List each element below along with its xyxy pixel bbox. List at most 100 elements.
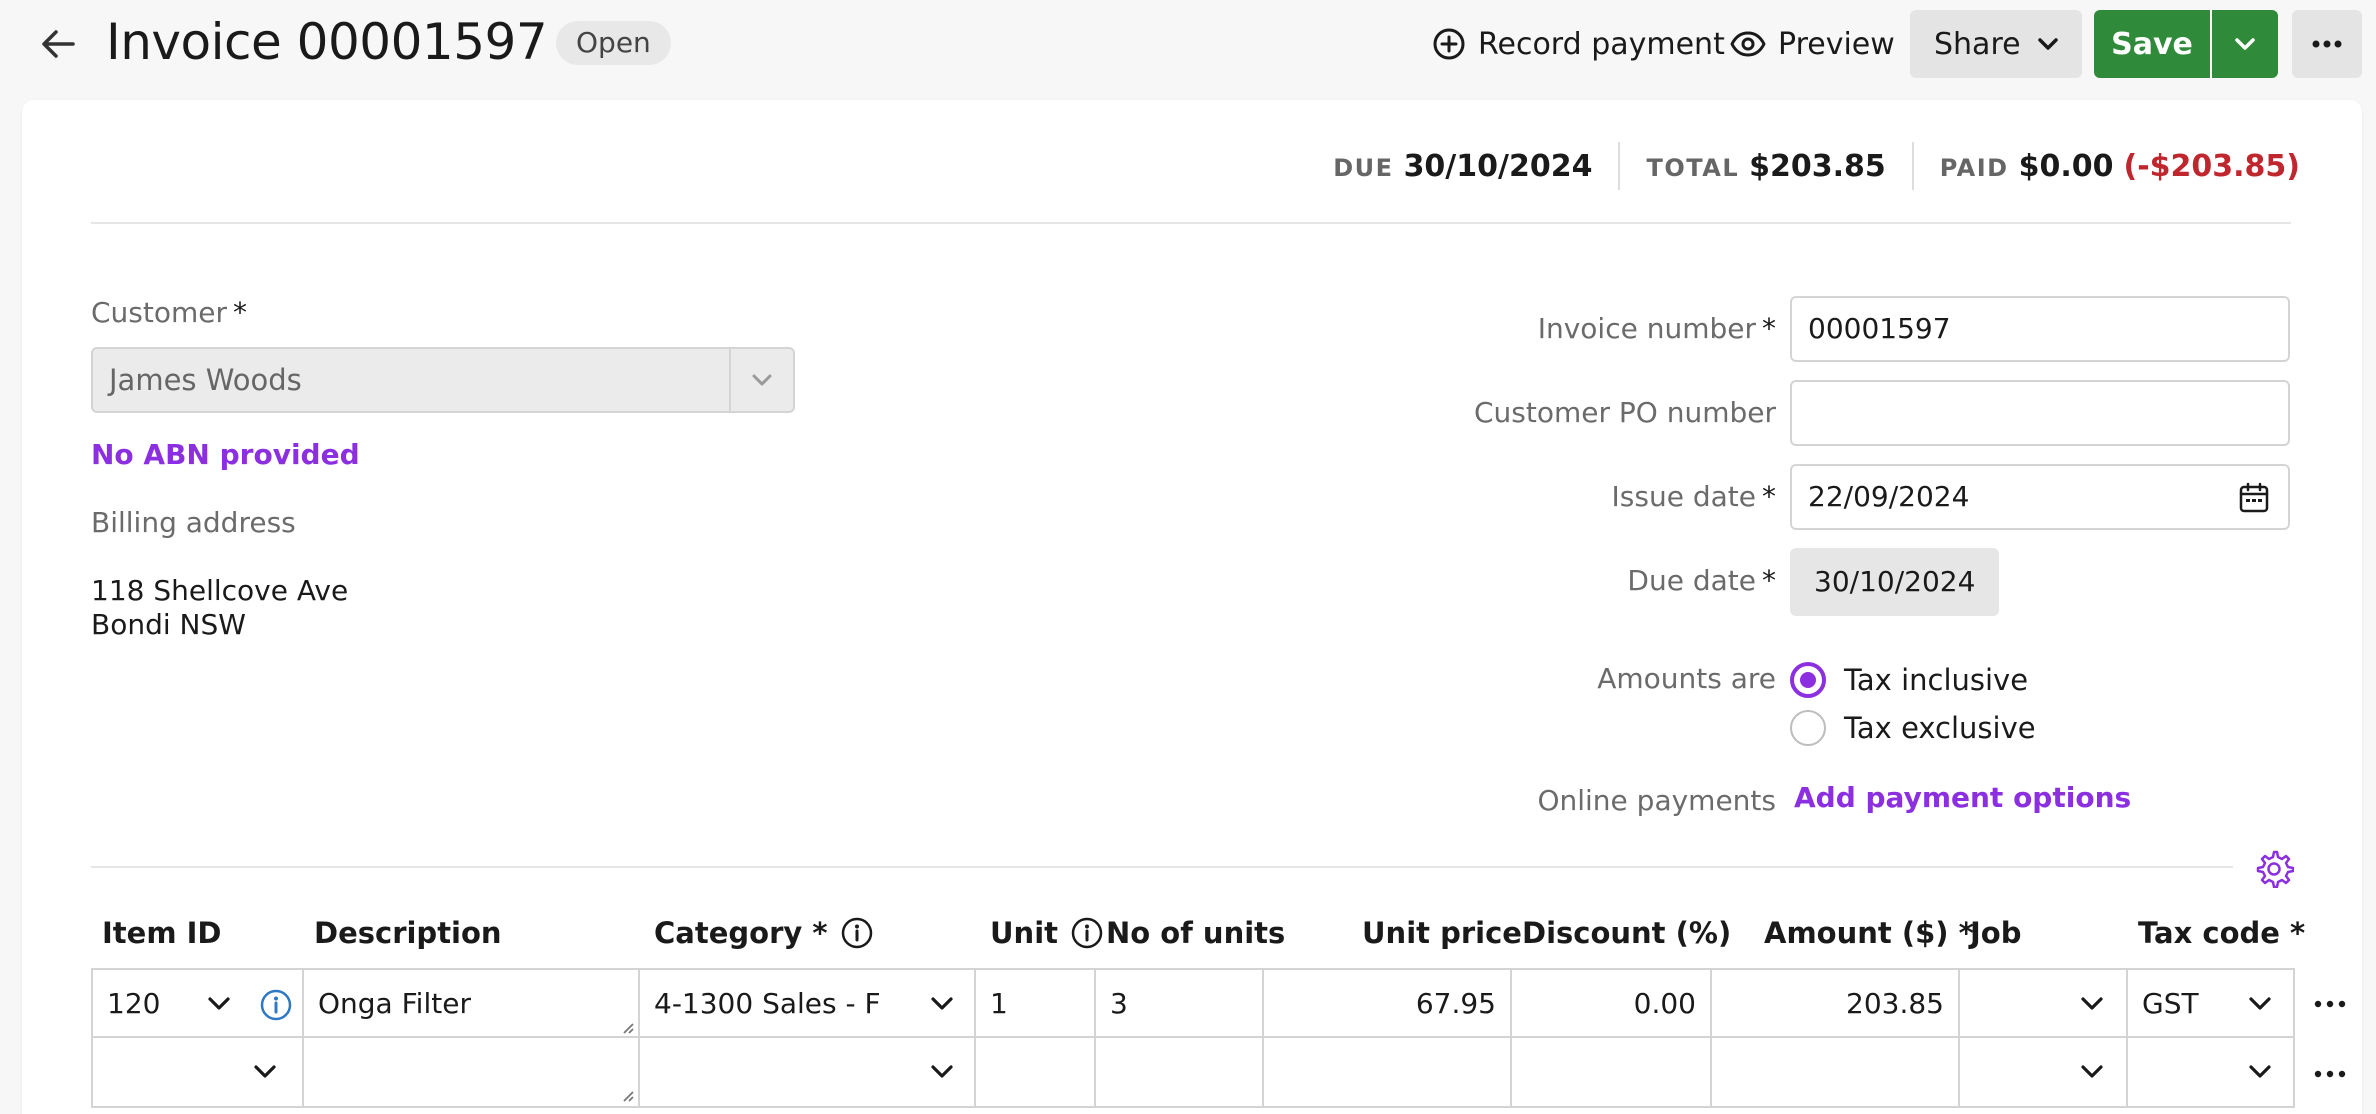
column-header-unit: Unit [990,916,1104,950]
tax-inclusive-radio[interactable]: Tax inclusive [1790,662,2028,698]
save-options-button[interactable] [2212,10,2278,78]
preview-button[interactable]: Preview [1730,18,1895,70]
due-date-label: Due date * [1627,564,1776,597]
job-cell[interactable] [1960,970,2128,1038]
tax-exclusive-label: Tax exclusive [1844,711,2036,745]
summary-paid-value: $0.00 [2018,148,2114,184]
online-payments-label: Online payments [1537,784,1776,817]
row-more-icon[interactable] [2312,1064,2348,1084]
no-abn-link[interactable]: No ABN provided [91,438,360,471]
amount-value: 203.85 [1846,987,1944,1020]
share-button[interactable]: Share [1910,10,2082,78]
more-options-button[interactable] [2292,10,2362,78]
back-button[interactable] [36,24,80,64]
column-header-tax-code: Tax code * [2138,916,2306,950]
amount-cell[interactable]: 203.85 [1712,970,1960,1038]
address-line-2: Bondi NSW [91,608,246,641]
preview-label: Preview [1778,26,1895,62]
column-header-discount: Discount (%) [1522,916,1732,950]
category-cell[interactable]: 4-1300 Sales - F [640,970,976,1038]
invoice-summary: DUE 30/10/2024 TOTAL $203.85 PAID $0.00 … [1307,140,2300,192]
chevron-down-icon[interactable] [930,994,954,1014]
calendar-icon[interactable] [2238,482,2270,514]
save-button[interactable]: Save [2094,10,2210,78]
page-header: Invoice 00001597 Open Record payment Pre… [0,0,2376,90]
summary-balance: (-$203.85) [2123,148,2300,184]
summary-total-label: TOTAL [1646,153,1740,182]
due-date-value[interactable]: 30/10/2024 [1790,548,2000,616]
issue-date-value: 22/09/2024 [1808,480,1970,513]
add-payment-options-link[interactable]: Add payment options [1794,781,2131,814]
tax-code-value: GST [2142,987,2199,1020]
unit-price-cell[interactable]: 67.95 [1264,970,1512,1038]
record-payment-button[interactable]: Record payment [1432,18,1725,70]
chevron-down-icon[interactable] [930,1062,954,1082]
tax-code-cell[interactable] [2128,1038,2293,1106]
column-header-job: Job [1970,916,2022,950]
discount-value: 0.00 [1633,987,1696,1020]
chevron-down-icon[interactable] [2248,1062,2272,1082]
chevron-down-icon[interactable] [2080,994,2104,1014]
summary-due-value: 30/10/2024 [1403,148,1593,184]
amounts-are-label: Amounts are [1597,662,1776,695]
info-icon[interactable] [259,988,293,1022]
status-badge: Open [556,21,671,65]
no-of-units-cell[interactable]: 3 [1096,970,1264,1038]
summary-total: TOTAL $203.85 [1620,149,1911,184]
description-value: Onga Filter [318,987,471,1020]
column-header-amount: Amount ($) * [1764,916,1974,950]
record-payment-label: Record payment [1478,26,1725,62]
column-header-unit-price: Unit price [1362,916,1522,950]
column-header-item-id: Item ID [102,916,222,950]
radio-unchecked-icon[interactable] [1790,710,1826,746]
unit-cell[interactable] [976,1038,1096,1106]
item-id-cell[interactable]: 120 [93,970,304,1038]
job-cell[interactable] [1960,1038,2128,1106]
tax-exclusive-radio[interactable]: Tax exclusive [1790,710,2036,746]
issue-date-input[interactable]: 22/09/2024 [1790,464,2290,530]
section-divider [91,222,2291,224]
item-id-cell[interactable] [93,1038,304,1106]
chevron-down-icon [2235,38,2255,50]
category-cell[interactable] [640,1038,976,1106]
amount-cell[interactable] [1712,1038,1960,1106]
summary-total-value: $203.85 [1749,148,1886,184]
no-of-units-cell[interactable] [1096,1038,1264,1106]
no-of-units-value: 3 [1110,987,1128,1020]
address-line-1: 118 Shellcove Ave [91,574,349,607]
column-header-description: Description [314,916,502,950]
table-row [91,1038,2295,1108]
info-icon[interactable] [840,916,874,950]
summary-due-label: DUE [1333,153,1394,182]
tax-code-cell[interactable]: GST [2128,970,2293,1038]
arrow-left-icon [42,30,75,58]
customer-label: Customer * [91,296,248,329]
unit-price-cell[interactable] [1264,1038,1512,1106]
issue-date-label: Issue date * [1611,480,1776,513]
row-more-icon[interactable] [2312,994,2348,1014]
item-id-value: 120 [107,987,161,1020]
resize-handle-icon[interactable] [620,1088,634,1102]
chevron-down-icon[interactable] [2248,994,2272,1014]
summary-due: DUE 30/10/2024 [1307,149,1618,184]
chevron-down-icon[interactable] [207,994,231,1014]
chevron-down-icon[interactable] [253,1062,277,1082]
description-cell[interactable] [304,1038,640,1106]
customer-select[interactable]: James Woods [91,347,795,413]
radio-checked-icon[interactable] [1790,662,1826,698]
discount-cell[interactable]: 0.00 [1512,970,1712,1038]
chevron-down-icon[interactable] [2080,1062,2104,1082]
customer-po-label: Customer PO number [1473,396,1776,429]
discount-cell[interactable] [1512,1038,1712,1106]
info-icon[interactable] [1070,916,1104,950]
billing-address-label: Billing address [91,506,296,539]
description-cell[interactable]: Onga Filter [304,970,640,1038]
unit-cell[interactable]: 1 [976,970,1096,1038]
gear-icon[interactable] [2254,848,2294,888]
more-horizontal-icon [2312,40,2342,48]
tax-inclusive-label: Tax inclusive [1844,663,2029,697]
invoice-number-input[interactable]: 00001597 [1790,296,2290,362]
eye-icon [1730,31,1766,57]
customer-po-input[interactable] [1790,380,2290,446]
resize-handle-icon[interactable] [620,1020,634,1034]
